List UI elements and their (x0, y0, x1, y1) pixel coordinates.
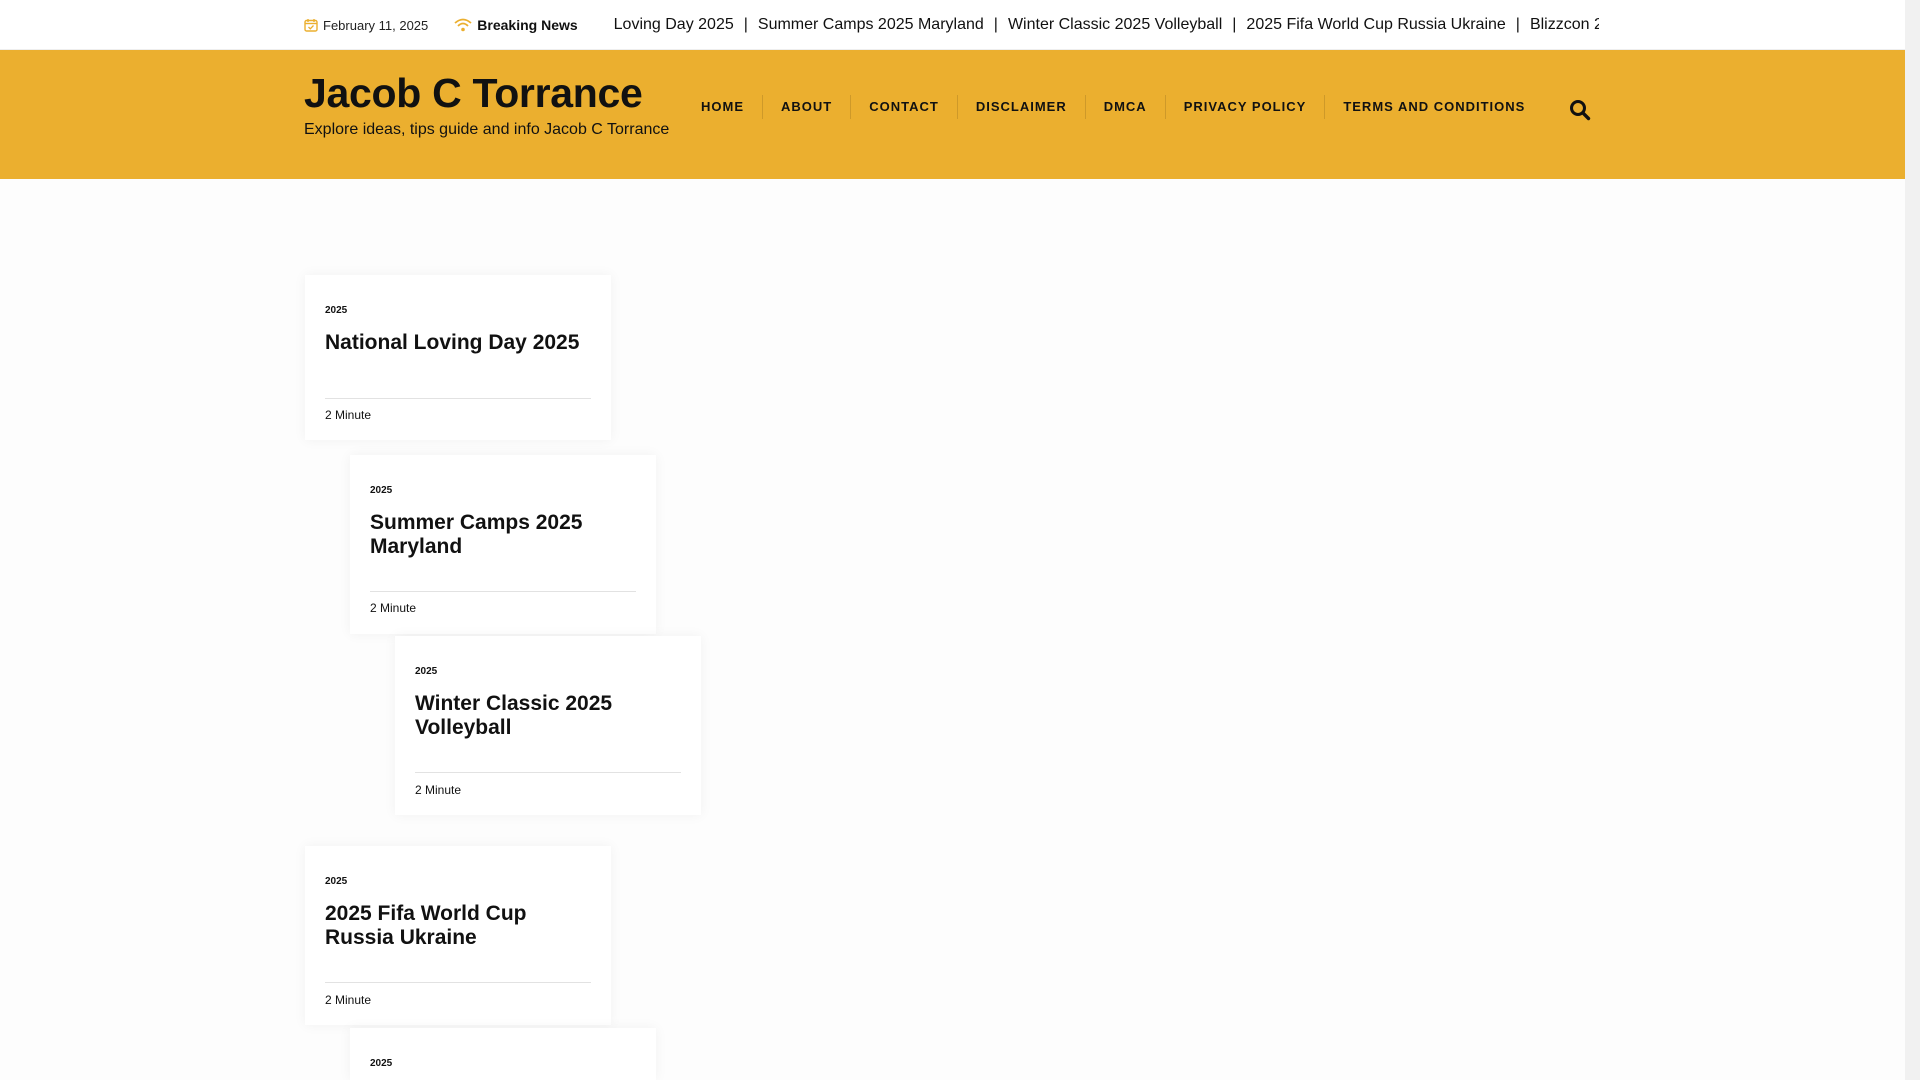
ticker-item[interactable]: Summer Camps 2025 Maryland (758, 16, 984, 33)
nav-terms-and-conditions[interactable]: TERMS AND CONDITIONS (1324, 95, 1543, 119)
ticker-item[interactable]: Winter Classic 2025 Volleyball (1008, 16, 1222, 33)
ticker-separator: | (1515, 16, 1520, 33)
breaking-news-text: Breaking News (477, 17, 578, 33)
site-tagline: Explore ideas, tips guide and info Jacob… (304, 121, 670, 138)
post-read-time: 2 Minute (415, 783, 462, 797)
nav-privacy-policy[interactable]: PRIVACY POLICY (1164, 95, 1325, 119)
post-card[interactable]: 2025 Winter Classic 2025 Volleyball 2 Mi… (395, 636, 701, 815)
page-scrollbar[interactable] (1905, 0, 1920, 1080)
ticker-separator: | (993, 16, 998, 33)
top-bar-inner: February 11, 2025 Breaking News Loving D… (304, 0, 1601, 50)
ticker-item[interactable]: Loving Day 2025 (614, 16, 734, 33)
ticker-item[interactable]: 2025 Fifa World Cup Russia Ukraine (1246, 16, 1505, 33)
breaking-news-label: Breaking News (454, 17, 578, 33)
post-read-time: 2 Minute (325, 993, 372, 1007)
divider (325, 398, 591, 399)
post-read-time: 2 Minute (325, 408, 372, 422)
nav-dmca[interactable]: DMCA (1084, 95, 1165, 119)
top-bar: February 11, 2025 Breaking News Loving D… (0, 0, 1905, 50)
divider (370, 591, 636, 592)
post-card[interactable]: 2025 National Loving Day 2025 2 Minute (305, 275, 611, 440)
post-category[interactable]: 2025 (415, 666, 437, 677)
main-nav: HOME ABOUT CONTACT DISCLAIMER DMCA PRIVA… (683, 92, 1543, 122)
post-title[interactable]: 2025 Fifa World Cup Russia Ukraine (325, 902, 595, 950)
post-category[interactable]: 2025 (370, 1058, 392, 1069)
ticker-separator: | (1232, 16, 1237, 33)
nav-disclaimer[interactable]: DISCLAIMER (956, 95, 1085, 119)
divider (325, 982, 591, 983)
date-text: February 11, 2025 (323, 17, 429, 33)
nav-contact[interactable]: CONTACT (850, 95, 957, 119)
ticker-separator: | (743, 16, 748, 33)
post-title[interactable]: National Loving Day 2025 (325, 331, 595, 355)
search-icon (1570, 100, 1591, 121)
post-card[interactable]: 2025 Summer Camps 2025 Maryland 2 Minute (350, 455, 656, 634)
post-category[interactable]: 2025 (370, 485, 392, 496)
calendar-icon (304, 18, 318, 32)
date-display: February 11, 2025 (304, 18, 428, 33)
post-category[interactable]: 2025 (325, 305, 347, 316)
site-title[interactable]: Jacob C Torrance (304, 70, 643, 117)
post-category[interactable]: 2025 (325, 876, 347, 887)
post-card[interactable]: 2025 2025 Fifa World Cup Russia Ukraine … (305, 846, 611, 1025)
news-ticker: Loving Day 2025 | Summer Camps 2025 Maryla… (614, 16, 1599, 34)
divider (415, 772, 681, 773)
site-header: Jacob C Torrance Explore ideas, tips gui… (0, 50, 1905, 179)
post-read-time: 2 Minute (370, 601, 417, 615)
nav-about[interactable]: ABOUT (762, 95, 850, 119)
search-button[interactable] (1567, 97, 1593, 123)
post-title[interactable]: Winter Classic 2025 Volleyball (415, 692, 685, 740)
ticker-item[interactable]: Blizzcon 20 (1530, 16, 1599, 33)
nav-home[interactable]: HOME (683, 95, 762, 119)
wifi-icon (454, 18, 472, 32)
post-title[interactable]: Summer Camps 2025 Maryland (370, 511, 640, 559)
post-card[interactable]: 2025 (350, 1028, 656, 1080)
